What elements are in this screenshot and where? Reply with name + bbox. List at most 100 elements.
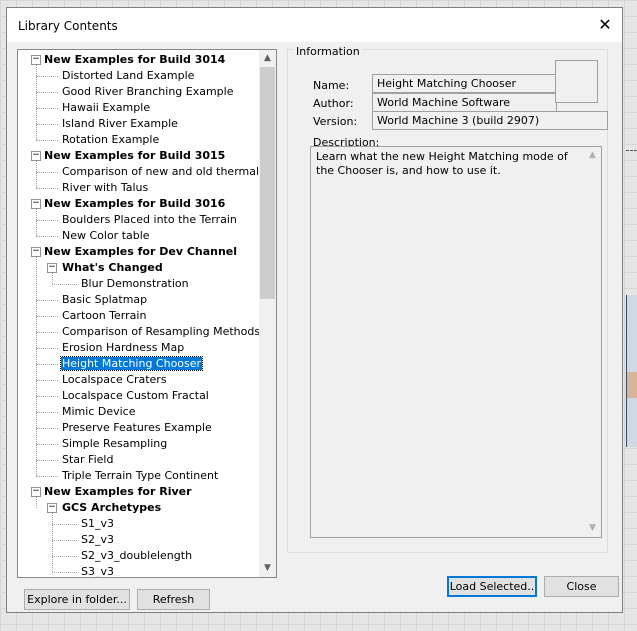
tree-connector xyxy=(36,444,58,445)
tree-group[interactable]: New Examples for River xyxy=(43,484,193,500)
tree-item[interactable]: Good River Branching Example xyxy=(61,84,235,100)
tree-connector xyxy=(52,524,77,525)
minus-box-icon[interactable]: − xyxy=(31,199,41,209)
scrollbar-thumb[interactable] xyxy=(260,67,275,299)
minus-box-icon[interactable]: − xyxy=(31,247,41,257)
tree-group[interactable]: New Examples for Build 3015 xyxy=(43,148,226,164)
tree-connector xyxy=(36,380,58,381)
tree-item-label: River with Talus xyxy=(62,181,149,194)
canvas-node-header xyxy=(627,372,637,398)
tree-item[interactable]: Mimic Device xyxy=(61,404,136,420)
tree-item[interactable]: Boulders Placed into the Terrain xyxy=(61,212,238,228)
explore-in-folder-button[interactable]: Explore in folder... xyxy=(24,589,130,610)
tree-item-label: Height Matching Chooser xyxy=(59,356,204,371)
tree-item[interactable]: Cartoon Terrain xyxy=(61,308,147,324)
tree-connector xyxy=(36,188,58,189)
tree-item[interactable]: Localspace Custom Fractal xyxy=(61,388,210,404)
tree-item[interactable]: Localspace Craters xyxy=(61,372,168,388)
tree-item-label: S2_v3 xyxy=(81,533,114,546)
tree-item-label: Localspace Custom Fractal xyxy=(62,389,209,402)
tree-connector xyxy=(52,540,77,541)
tree-group[interactable]: New Examples for Build 3014 xyxy=(43,52,226,68)
tree-item-label: S3_v3 xyxy=(81,565,114,577)
tree-connector xyxy=(36,220,58,221)
refresh-button[interactable]: Refresh xyxy=(137,589,210,610)
tree-item-label: Mimic Device xyxy=(62,405,136,418)
tree-item[interactable]: River with Talus xyxy=(61,180,149,196)
tree-item[interactable]: S2_v3_doublelength xyxy=(80,548,193,564)
description-scrollbar[interactable]: ▲ ▼ xyxy=(584,147,601,537)
tree-connector xyxy=(52,273,53,284)
tree-item-label: Triple Terrain Type Continent xyxy=(62,469,219,482)
tree-item[interactable]: New Color table xyxy=(61,228,151,244)
tree-item[interactable]: Hawaii Example xyxy=(61,100,151,116)
tree-item-label: Preserve Features Example xyxy=(62,421,212,434)
tree-connector xyxy=(36,316,58,317)
tree-connector xyxy=(52,513,53,572)
tree-item[interactable]: Triple Terrain Type Continent xyxy=(61,468,219,484)
tree-item[interactable]: Star Field xyxy=(61,452,114,468)
description-box[interactable]: Learn what the new Height Matching mode … xyxy=(310,146,602,538)
version-label: Version: xyxy=(313,115,358,128)
chevron-up-icon[interactable]: ▲ xyxy=(584,147,601,164)
tree-item[interactable]: Comparison of Resampling Methods xyxy=(61,324,259,340)
tree-item[interactable]: Erosion Hardness Map xyxy=(61,340,185,356)
chevron-down-icon[interactable]: ▼ xyxy=(584,520,601,537)
tree-group[interactable]: GCS Archetypes xyxy=(61,500,162,516)
tree-item[interactable]: Island River Example xyxy=(61,116,179,132)
author-label: Author: xyxy=(313,97,354,110)
tree-connector xyxy=(52,572,77,573)
tree-connector xyxy=(36,92,58,93)
minus-box-icon[interactable]: − xyxy=(47,263,57,273)
tree-item[interactable]: S1_v3 xyxy=(80,516,115,532)
tree-connector xyxy=(36,108,58,109)
close-icon[interactable]: ✕ xyxy=(588,8,622,42)
library-tree[interactable]: New Examples for Build 3014− Distorted La… xyxy=(17,49,277,578)
version-field: World Machine 3 (build 2907) xyxy=(372,111,608,130)
minus-box-icon[interactable]: − xyxy=(31,55,41,65)
tree-item-label: Island River Example xyxy=(62,117,178,130)
tree-item-label: Boulders Placed into the Terrain xyxy=(62,213,237,226)
tree-item[interactable]: S2_v3 xyxy=(80,532,115,548)
close-button[interactable]: Close xyxy=(544,576,619,597)
tree-item[interactable]: Basic Splatmap xyxy=(61,292,148,308)
chevron-down-icon[interactable]: ▼ xyxy=(259,560,276,577)
tree-item-label: S2_v3_doublelength xyxy=(81,549,193,562)
window-title: Library Contents xyxy=(18,19,118,33)
tree-connector xyxy=(36,396,58,397)
tree-item-label: Blur Demonstration xyxy=(81,277,189,290)
canvas-node xyxy=(626,295,637,447)
tree-group[interactable]: What's Changed xyxy=(61,260,164,276)
tree-group[interactable]: New Examples for Build 3016 xyxy=(43,196,226,212)
tree-connector xyxy=(36,65,37,140)
tree-group[interactable]: New Examples for Dev Channel xyxy=(43,244,238,260)
tree-connector xyxy=(36,460,58,461)
name-field: Height Matching Chooser xyxy=(372,74,557,93)
tree-connector xyxy=(36,348,58,349)
tree-item[interactable]: Distorted Land Example xyxy=(61,68,195,84)
name-label: Name: xyxy=(313,79,350,92)
tree-item[interactable]: S3_v3 xyxy=(80,564,115,577)
tree-item[interactable]: Blur Demonstration xyxy=(80,276,190,292)
tree-connector xyxy=(36,476,58,477)
tree-connector xyxy=(36,124,58,125)
tree-connector xyxy=(36,412,58,413)
tree-item[interactable]: Simple Resampling xyxy=(61,436,168,452)
tree-item-label: New Examples for Build 3016 xyxy=(44,197,226,210)
chevron-up-icon[interactable]: ▲ xyxy=(259,50,276,67)
minus-box-icon[interactable]: − xyxy=(31,487,41,497)
tree-connector xyxy=(36,236,58,237)
tree-scrollbar[interactable]: ▲ ▼ xyxy=(259,50,276,577)
tree-item[interactable]: Comparison of new and old thermal erosi xyxy=(61,164,259,180)
tree-content: New Examples for Build 3014− Distorted La… xyxy=(18,50,259,577)
minus-box-icon[interactable]: − xyxy=(47,503,57,513)
tree-item[interactable]: Height Matching Chooser xyxy=(59,356,204,372)
tree-item-label: Distorted Land Example xyxy=(62,69,195,82)
tree-item[interactable]: Preserve Features Example xyxy=(61,420,213,436)
author-field: World Machine Software xyxy=(372,93,557,112)
minus-box-icon[interactable]: − xyxy=(31,151,41,161)
tree-item[interactable]: Rotation Example xyxy=(61,132,160,148)
load-selected-button[interactable]: Load Selected.. xyxy=(447,576,537,597)
tree-item-label: Star Field xyxy=(62,453,114,466)
tree-connector xyxy=(36,300,58,301)
